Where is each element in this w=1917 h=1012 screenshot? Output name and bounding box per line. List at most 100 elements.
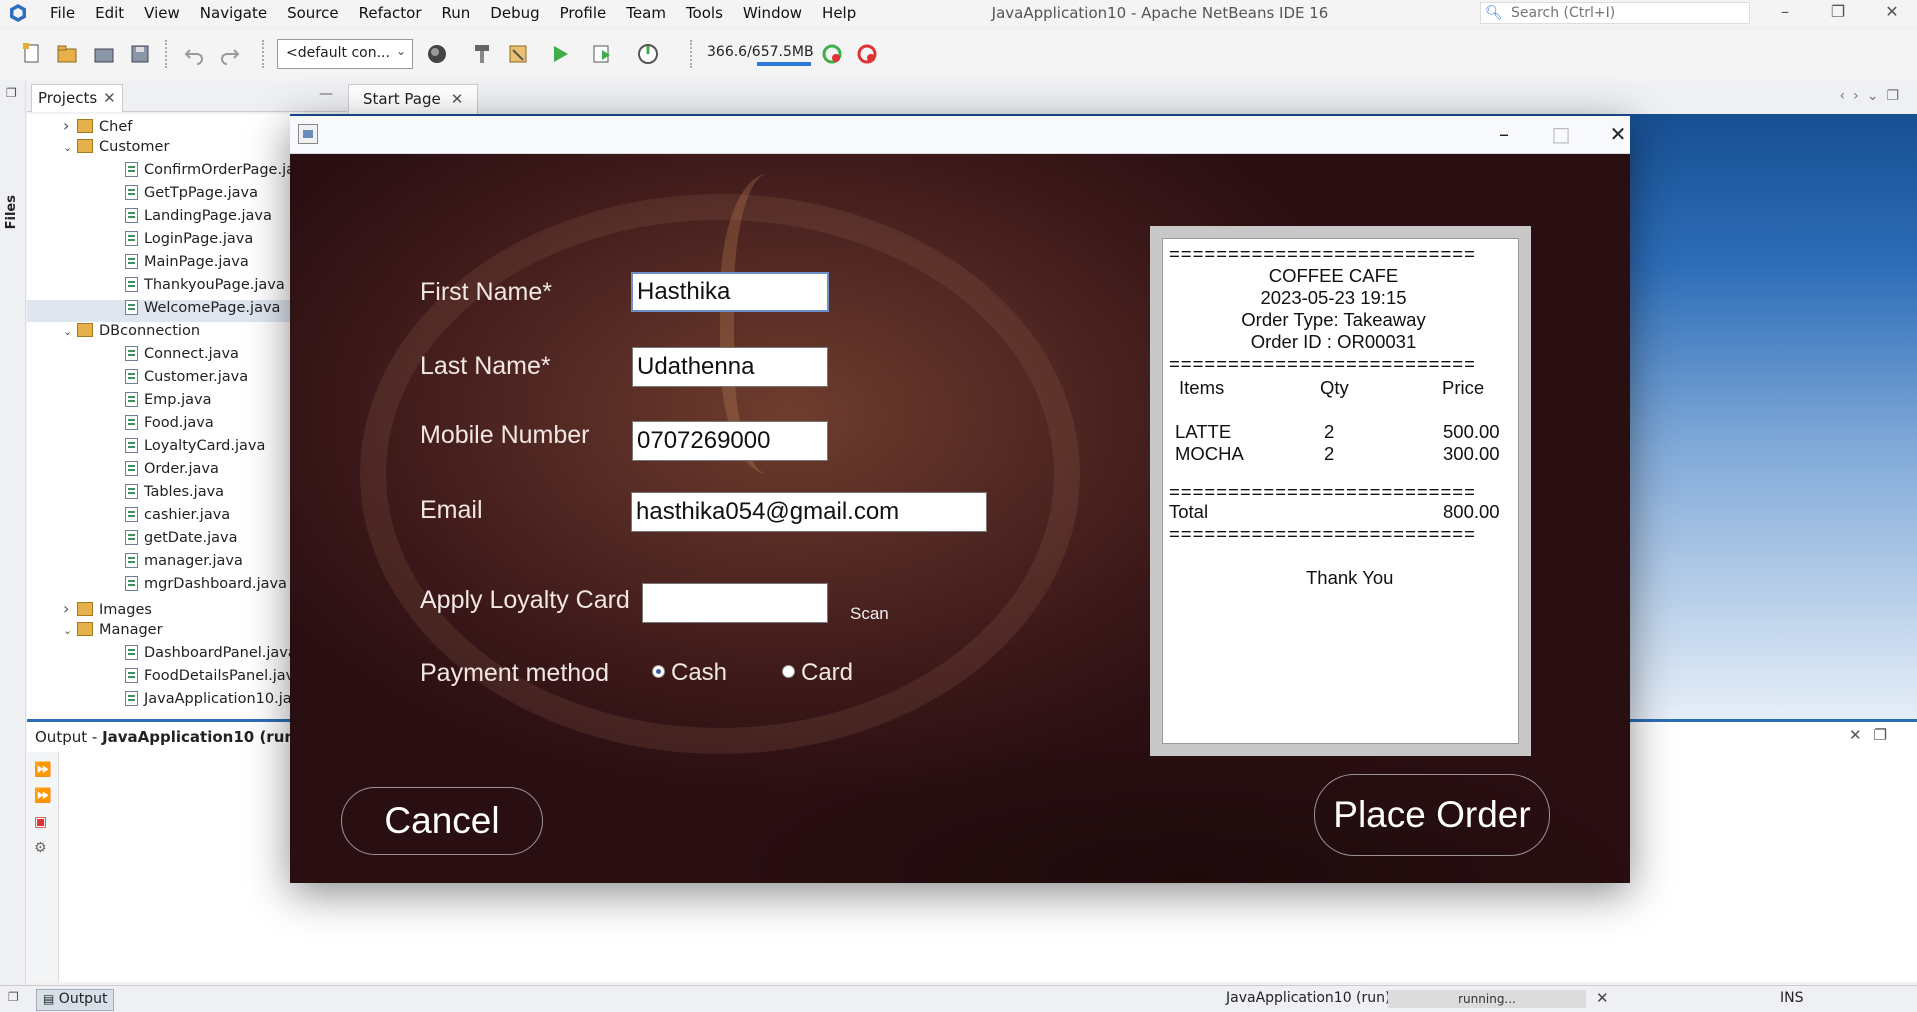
receipt-text-area[interactable]: ========================== COFFEE CAFE 2… [1162, 238, 1519, 744]
tree-file[interactable]: LandingPage.java [27, 208, 290, 230]
tree-file[interactable]: WelcomePage.java [27, 300, 290, 322]
stop-icon[interactable]: ▣ [34, 814, 47, 830]
chevron-down-icon[interactable]: ⌄ [63, 141, 77, 154]
close-icon[interactable]: ✕ [451, 90, 464, 108]
loyalty-card-field[interactable] [642, 583, 828, 623]
configuration-select[interactable]: <default con... ⌄ [277, 39, 413, 69]
build-hammer-icon[interactable] [470, 42, 494, 66]
new-project-icon[interactable] [55, 42, 79, 66]
save-all-icon[interactable] [128, 42, 152, 66]
restore-panel-icon[interactable]: ❐ [8, 990, 19, 1004]
tree-file[interactable]: Emp.java [27, 392, 290, 414]
tree-package[interactable]: ⌄ DBconnection [63, 323, 290, 345]
debug-icon[interactable] [590, 42, 614, 66]
search-box[interactable]: 🔍︎ [1480, 2, 1750, 24]
scan-link[interactable]: Scan [850, 604, 889, 624]
tree-file[interactable]: Tables.java [27, 484, 290, 506]
last-name-field[interactable] [632, 347, 828, 387]
tree-file[interactable]: Connect.java [27, 346, 290, 368]
output-controls[interactable]: ✕❐ [1849, 726, 1899, 744]
tree-package[interactable]: ⌄ Customer [63, 139, 290, 161]
menu-tools[interactable]: Tools [676, 4, 733, 22]
menu-team[interactable]: Team [616, 4, 676, 22]
menu-file[interactable]: File [40, 4, 85, 22]
profile-icon[interactable] [636, 42, 660, 66]
package-icon [77, 622, 93, 636]
run-icon[interactable] [548, 42, 572, 66]
tree-file[interactable]: GetTpPage.java [27, 185, 290, 207]
tree-file[interactable]: mgrDashboard.java [27, 576, 290, 598]
first-name-field[interactable] [631, 272, 829, 312]
menu-refactor[interactable]: Refactor [349, 4, 432, 22]
card-radio[interactable]: Card [782, 659, 853, 687]
menu-debug[interactable]: Debug [480, 4, 549, 22]
first-name-label: First Name* [420, 278, 552, 306]
receipt-separator: ========================== [1169, 243, 1476, 264]
tab-start-page[interactable]: Start Page ✕ [348, 84, 479, 114]
tree-file[interactable]: MainPage.java [27, 254, 290, 276]
menu-window[interactable]: Window [733, 4, 812, 22]
tree-file[interactable]: FoodDetailsPanel.java [27, 668, 290, 690]
chevron-down-icon[interactable]: ⌄ [63, 624, 77, 637]
menu-profile[interactable]: Profile [550, 4, 617, 22]
files-side-tab[interactable]: Files [4, 195, 19, 229]
garbage-collect-icon[interactable] [820, 42, 844, 66]
output-status-tab[interactable]: ▤ Output [36, 989, 115, 1011]
close-window-button[interactable]: ✕ [1872, 0, 1912, 26]
tree-file[interactable]: ThankyouPage.java [27, 277, 290, 299]
dialog-minimize-button[interactable]: – [1482, 120, 1526, 148]
menu-run[interactable]: Run [432, 4, 481, 22]
mobile-number-field[interactable] [632, 421, 828, 461]
cancel-process-icon[interactable]: ✕ [1596, 989, 1609, 1007]
tree-file[interactable]: JavaApplication10.java [27, 691, 290, 713]
tree-file[interactable]: Food.java [27, 415, 290, 437]
dialog-maximize-button[interactable]: □ [1539, 120, 1583, 148]
projects-tab[interactable]: Projects ✕ [31, 84, 123, 112]
cash-radio[interactable]: Cash [652, 659, 727, 687]
restore-panel-icon[interactable]: ❐ [6, 86, 17, 100]
restore-window-button[interactable]: ❐ [1818, 0, 1858, 26]
rerun-with-args-icon[interactable]: ⏩ [34, 788, 51, 804]
cancel-button[interactable]: Cancel [341, 787, 543, 855]
chevron-down-icon[interactable]: ⌄ [63, 325, 77, 338]
menu-source[interactable]: Source [277, 4, 349, 22]
tree-file[interactable]: Order.java [27, 461, 290, 483]
tree-file[interactable]: cashier.java [27, 507, 290, 529]
profile-ide-icon[interactable] [855, 42, 879, 66]
receipt-thanks: Thank You [1306, 567, 1394, 588]
redo-icon[interactable] [218, 42, 242, 66]
tree-node-label: DashboardPanel.java [144, 645, 290, 661]
tree-package[interactable]: › Chef [63, 116, 290, 138]
tree-file[interactable]: getDate.java [27, 530, 290, 552]
dialog-close-button[interactable]: ✕ [1596, 120, 1640, 148]
chevron-right-icon[interactable]: › [63, 116, 77, 135]
undo-icon[interactable] [182, 42, 206, 66]
search-input[interactable] [1511, 4, 1741, 22]
open-project-icon[interactable] [92, 42, 116, 66]
menu-navigate[interactable]: Navigate [190, 4, 277, 22]
chevron-right-icon[interactable]: › [63, 599, 77, 618]
tree-package[interactable]: ⌄ Manager [63, 622, 290, 644]
tree-file[interactable]: manager.java [27, 553, 290, 575]
memory-indicator[interactable]: 366.6/657.5MB [707, 44, 814, 66]
globe-icon[interactable] [425, 42, 449, 66]
settings-icon[interactable]: ⚙ [34, 840, 47, 856]
place-order-button[interactable]: Place Order [1314, 774, 1550, 856]
menu-view[interactable]: View [134, 4, 190, 22]
close-icon[interactable]: ✕ [103, 89, 116, 107]
tree-file[interactable]: Customer.java [27, 369, 290, 391]
tree-package[interactable]: › Images [63, 599, 290, 621]
clean-build-icon[interactable] [506, 42, 530, 66]
editor-nav-icons[interactable]: ‹›⌄❐ [1840, 88, 1907, 104]
menu-edit[interactable]: Edit [85, 4, 134, 22]
minimize-window-button[interactable]: – [1765, 0, 1805, 26]
minimize-panel-icon[interactable]: — [319, 86, 333, 102]
email-field[interactable] [631, 492, 987, 532]
menu-help[interactable]: Help [812, 4, 866, 22]
new-file-icon[interactable] [20, 42, 44, 66]
tree-file[interactable]: DashboardPanel.java [27, 645, 290, 667]
tree-file[interactable]: ConfirmOrderPage.java [27, 162, 290, 184]
tree-file[interactable]: LoyaltyCard.java [27, 438, 290, 460]
rerun-icon[interactable]: ⏩ [34, 762, 51, 778]
tree-file[interactable]: LoginPage.java [27, 231, 290, 253]
